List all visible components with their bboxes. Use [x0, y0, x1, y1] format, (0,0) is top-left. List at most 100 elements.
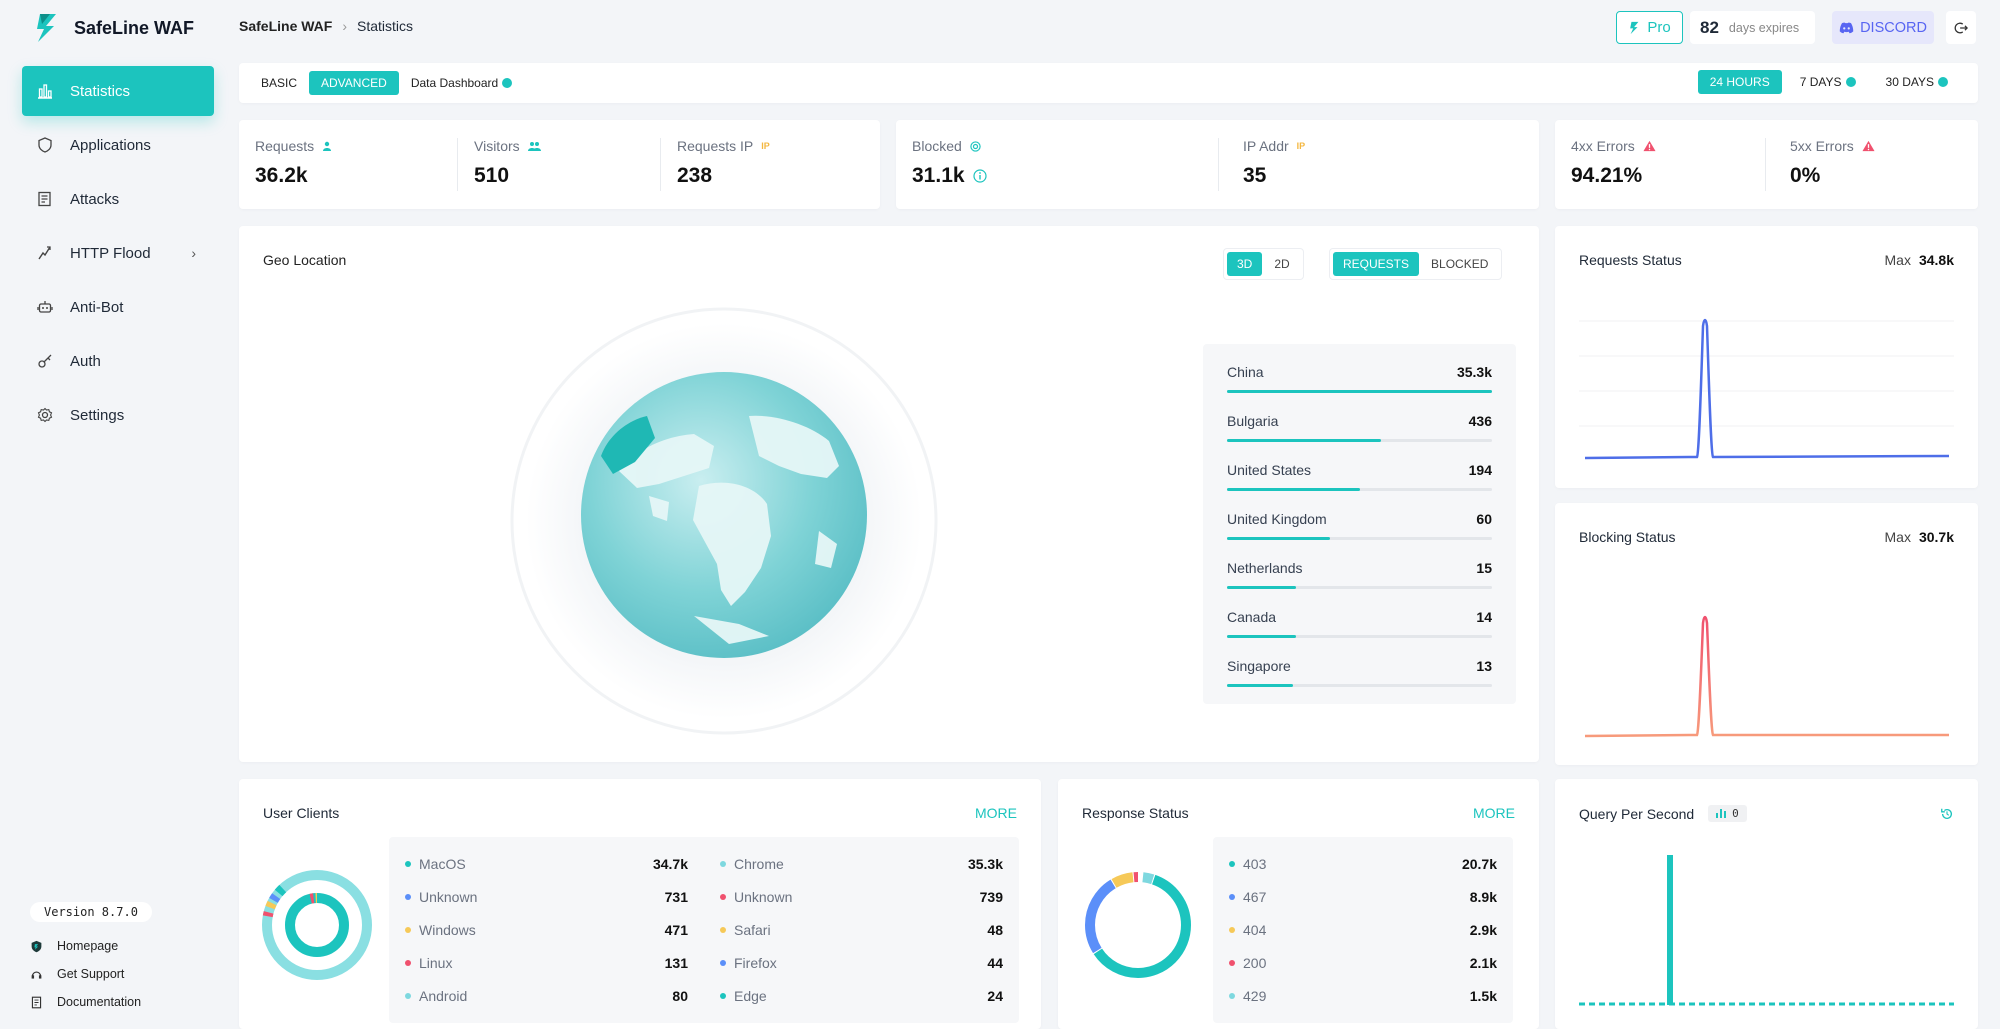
tab-basic[interactable]: BASIC [249, 71, 309, 95]
homepage-link[interactable]: Homepage [30, 932, 141, 960]
breadcrumb-current: Statistics [357, 18, 414, 34]
legend-dot-icon [1229, 926, 1235, 933]
requests-max-value: 34.8k [1918, 252, 1954, 268]
country-value: 436 [1468, 413, 1492, 429]
license-expiry: 82 days expires [1690, 11, 1815, 44]
country-bar-track [1227, 488, 1492, 491]
country-value: 15 [1476, 560, 1492, 576]
metric-requests: Requests 36.2k [239, 120, 457, 209]
range-30-days[interactable]: 30 DAYS [1874, 70, 1960, 94]
shield-icon [36, 136, 54, 154]
country-name: Bulgaria [1227, 413, 1279, 429]
legend-dot-icon [405, 860, 411, 867]
sidebar-item-auth[interactable]: Auth [22, 336, 214, 386]
legend-value: 2.9k [1469, 921, 1497, 938]
user-icon [323, 141, 332, 151]
response-status-more-link[interactable]: MORE [1473, 805, 1515, 821]
robot-icon [36, 298, 54, 316]
breadcrumb-root[interactable]: SafeLine WAF [239, 18, 332, 34]
country-bar-track [1227, 537, 1492, 540]
view-2d-button[interactable]: 2D [1264, 252, 1299, 276]
user-clients-donut[interactable] [259, 867, 375, 983]
pro-button[interactable]: Pro [1616, 11, 1683, 44]
legend-label: 429 [1243, 987, 1267, 1004]
blocking-metrics-card: Blocked 31.1k IP Addr IP 35 [896, 120, 1539, 209]
get-support-link[interactable]: Get Support [30, 960, 141, 988]
qps-title: Query Per Second [1579, 805, 1695, 822]
error-metrics-card: 4xx Errors 94.21% 5xx Errors 0% [1555, 120, 1978, 209]
sidebar-item-attacks[interactable]: Attacks [22, 174, 214, 224]
legend-label: 404 [1243, 921, 1267, 938]
refresh-icon[interactable] [1940, 807, 1954, 821]
sidebar-item-applications[interactable]: Applications [22, 120, 214, 170]
legend-dot-icon [720, 926, 726, 933]
legend-dot-icon [720, 893, 726, 900]
sidebar-item-http-flood[interactable]: HTTP Flood › [22, 228, 214, 278]
country-value: 194 [1468, 462, 1492, 478]
sidebar-nav: Statistics Applications Attacks HTTP Flo… [22, 66, 214, 444]
metric-4xx-errors: 4xx Errors 94.21% [1555, 120, 1765, 209]
legend-value: 8.9k [1469, 888, 1497, 905]
legend-dot-icon [720, 992, 726, 999]
country-bar-fill [1227, 390, 1492, 393]
legend-label: Edge [734, 987, 767, 1004]
legend-dot-icon [405, 959, 411, 966]
info-icon[interactable] [972, 169, 987, 183]
support-icon [31, 970, 42, 979]
country-row[interactable]: Canada 14 [1227, 601, 1492, 650]
documentation-link[interactable]: Documentation [30, 988, 141, 1016]
user-clients-title: User Clients [263, 805, 340, 821]
os-list: MacOS 34.7k Unknown 731 Windows 471 Linux 131 An… [405, 847, 688, 1013]
geo-location-card: Geo Location 3D 2D REQUESTS BLOCKED Chin… [239, 226, 1539, 762]
logout-button[interactable] [1946, 11, 1976, 44]
mode-requests-button[interactable]: REQUESTS [1333, 252, 1420, 276]
country-row[interactable]: Netherlands 15 [1227, 552, 1492, 601]
user-clients-more-link[interactable]: MORE [975, 805, 1017, 821]
tab-data-dashboard[interactable]: Data Dashboard [399, 71, 524, 95]
sidebar-item-statistics[interactable]: Statistics [22, 66, 214, 116]
qps-bar [1667, 855, 1673, 1005]
tab-advanced[interactable]: ADVANCED [309, 71, 399, 95]
sidebar-item-label: Settings [70, 406, 125, 424]
browser-list: Chrome 35.3k Unknown 739 Safari 48 Firefox 44 Ed… [720, 847, 1003, 1013]
sidebar-item-label: Auth [70, 352, 101, 370]
safeline-logo-icon [1630, 21, 1639, 34]
range-7-days[interactable]: 7 DAYS [1788, 70, 1868, 94]
country-name: China [1227, 364, 1264, 380]
gear-icon [36, 406, 54, 424]
user-clients-legend: MacOS 34.7k Unknown 731 Windows 471 Linux 131 An… [389, 837, 1019, 1023]
status-code-row: 403 20.7k [1229, 847, 1497, 880]
view-3d-button[interactable]: 3D [1227, 252, 1263, 276]
blocking-status-chart[interactable] [1579, 563, 1954, 753]
country-row[interactable]: United States 194 [1227, 454, 1492, 503]
range-24-hours[interactable]: 24 HOURS [1697, 70, 1782, 94]
requests-status-chart[interactable] [1579, 286, 1954, 476]
legend-label: MacOS [419, 855, 466, 872]
flood-icon [36, 244, 54, 262]
country-row[interactable]: Bulgaria 436 [1227, 405, 1492, 454]
response-status-donut[interactable] [1080, 867, 1196, 983]
sidebar-item-label: Anti-Bot [70, 298, 124, 316]
qps-chart[interactable] [1579, 849, 1954, 1019]
sidebar-footer-links: Homepage Get Support Documentation [30, 932, 141, 1016]
sidebar-item-anti-bot[interactable]: Anti-Bot [22, 282, 214, 332]
legend-label: 403 [1243, 855, 1267, 872]
country-ranking-panel: China 35.3k Bulgaria 436 United States 194 Uni… [1203, 344, 1516, 704]
sidebar-item-settings[interactable]: Settings [22, 390, 214, 440]
discord-button[interactable]: DISCORD [1832, 11, 1934, 44]
legend-value: 34.7k [652, 855, 688, 872]
app-logo[interactable]: SafeLine WAF [32, 10, 194, 46]
globe-visualization[interactable] [509, 306, 939, 736]
traffic-metrics-card: Requests 36.2k Visitors 510 Requests IP … [239, 120, 880, 209]
legend-value: 1.5k [1469, 987, 1497, 1004]
requests-status-card: Requests Status Max 34.8k [1555, 226, 1978, 488]
safeline-logo-icon [37, 14, 56, 42]
country-row[interactable]: United Kingdom 60 [1227, 503, 1492, 552]
response-status-title: Response Status [1082, 805, 1189, 821]
country-row[interactable]: Singapore 13 [1227, 650, 1492, 699]
user-clients-card: User Clients MORE MacOS 34.7k Unknown 731 Wi… [239, 779, 1041, 1029]
blocking-status-line [1584, 615, 1949, 738]
geo-view-toggle: 3D 2D [1223, 248, 1304, 280]
country-row[interactable]: China 35.3k [1227, 356, 1492, 405]
mode-blocked-button[interactable]: BLOCKED [1421, 252, 1498, 276]
